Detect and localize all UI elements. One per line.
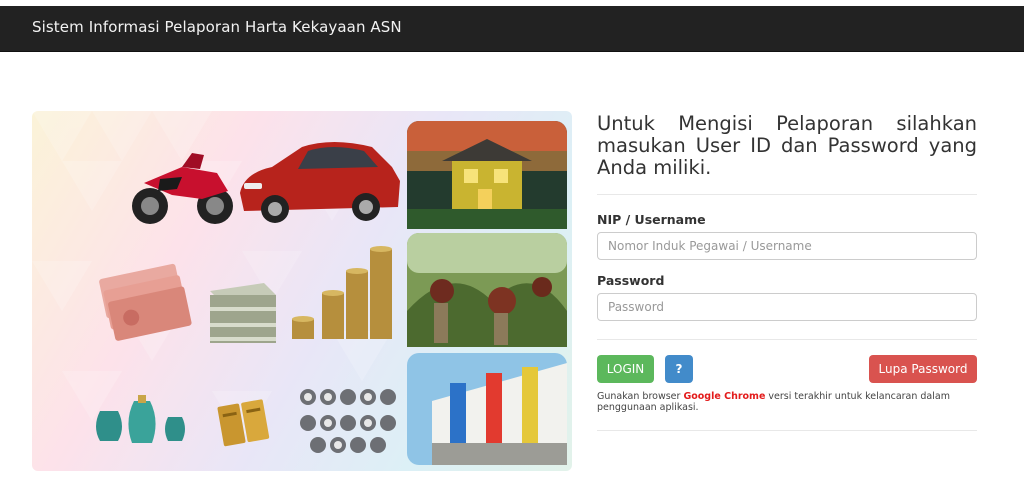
house-icon (407, 121, 567, 229)
divider (597, 339, 977, 340)
password-input[interactable] (597, 293, 977, 321)
assets-illustration (32, 111, 572, 471)
help-button[interactable]: ? (665, 355, 693, 383)
divider (597, 430, 977, 431)
divider (597, 194, 977, 195)
login-heading: Untuk Mengisi Pelaporan silahkan masukan… (597, 112, 977, 179)
app-title[interactable]: Sistem Informasi Pelaporan Harta Kekayaa… (32, 18, 402, 36)
forgot-password-button[interactable]: Lupa Password (869, 355, 977, 383)
login-button[interactable]: LOGIN (597, 355, 654, 383)
browser-note: Gunakan browser Google Chrome versi tera… (597, 391, 977, 413)
note-highlight: Google Chrome (683, 391, 766, 402)
cash-stack-icon (210, 283, 276, 343)
username-label: NIP / Username (597, 212, 706, 227)
username-input[interactable] (597, 232, 977, 260)
password-label: Password (597, 273, 665, 288)
shophouse-icon (407, 353, 567, 465)
note-prefix: Gunakan browser (597, 391, 684, 402)
vase-icon (96, 395, 185, 443)
banknotes-icon (99, 263, 192, 341)
navbar: Sistem Informasi Pelaporan Harta Kekayaa… (0, 6, 1024, 52)
car-icon (240, 142, 400, 223)
palm-plantation-icon (407, 233, 567, 347)
watch-icon (300, 389, 396, 453)
coin-stacks-icon (292, 246, 392, 339)
